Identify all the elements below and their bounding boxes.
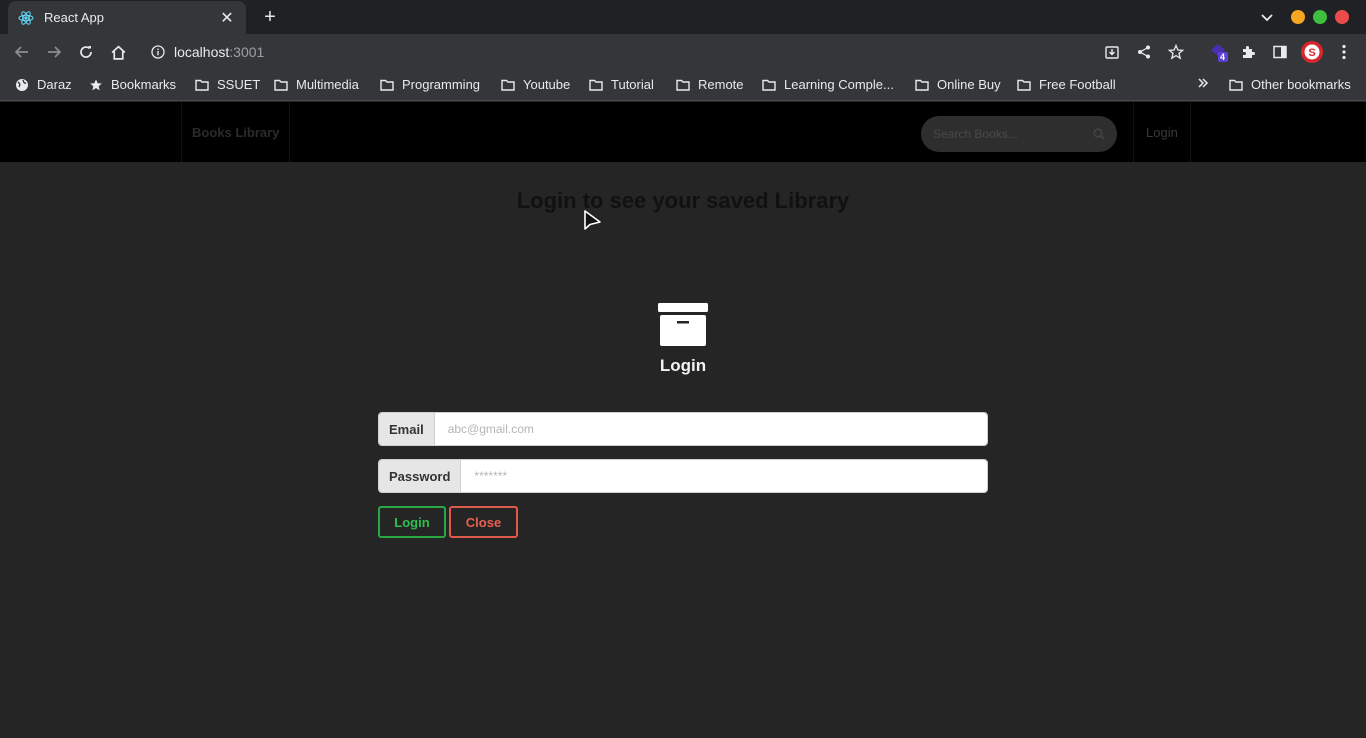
archive-box-icon xyxy=(658,303,708,346)
bookmark-folder-learning[interactable]: Learning Comple... xyxy=(762,77,894,92)
other-bookmarks-folder[interactable]: Other bookmarks xyxy=(1229,77,1351,92)
svg-text:S: S xyxy=(1308,47,1315,59)
reload-icon[interactable] xyxy=(76,42,96,62)
bookmark-label: SSUET xyxy=(217,77,261,92)
form-title: Login xyxy=(659,356,707,375)
extension-badge-count: 4 xyxy=(1220,52,1226,62)
bookmark-star-icon[interactable] xyxy=(1166,42,1186,62)
password-label: Password xyxy=(379,460,462,492)
browser-toolbar: localhost:3001 4 S xyxy=(0,34,1366,70)
bookmark-folder-remote[interactable]: Remote xyxy=(676,77,744,92)
extension-badge-icon[interactable]: 4 xyxy=(1207,42,1231,62)
more-bookmarks-chevron-icon[interactable] xyxy=(1197,77,1217,89)
bookmark-folder-multimedia[interactable]: Multimedia xyxy=(274,77,359,92)
email-field-group: Email xyxy=(378,412,988,446)
folder-icon xyxy=(195,79,209,91)
minimize-window-button[interactable] xyxy=(1291,10,1305,24)
bookmark-label: Multimedia xyxy=(296,77,359,92)
folder-icon xyxy=(274,79,288,91)
bookmark-label: Programming xyxy=(402,77,481,92)
react-icon xyxy=(18,10,34,26)
install-app-icon[interactable] xyxy=(1102,42,1122,62)
folder-icon xyxy=(915,79,929,91)
bookmark-folder-tutorial[interactable]: Tutorial xyxy=(589,77,654,92)
bookmark-folder-programming[interactable]: Programming xyxy=(380,77,480,92)
bookmark-bookmarks[interactable]: Bookmarks xyxy=(89,77,176,92)
folder-icon xyxy=(589,79,603,91)
bookmark-daraz[interactable]: Daraz xyxy=(15,77,72,92)
nav-login-link[interactable]: Login xyxy=(1133,102,1191,162)
password-field-group: Password xyxy=(378,459,988,493)
globe-icon xyxy=(16,78,28,91)
bookmark-label: Tutorial xyxy=(611,77,654,92)
folder-icon xyxy=(501,79,515,91)
bookmark-label: Remote xyxy=(698,77,744,92)
extensions-puzzle-icon[interactable] xyxy=(1238,42,1258,62)
bookmark-label: Online Buy xyxy=(937,77,1001,92)
url-text: localhost:3001 xyxy=(174,44,264,60)
folder-icon xyxy=(676,79,690,91)
bookmark-folder-online-buy[interactable]: Online Buy xyxy=(915,77,1001,92)
search-icon[interactable] xyxy=(1093,128,1105,140)
bookmark-folder-free-football[interactable]: Free Football xyxy=(1017,77,1116,92)
star-icon xyxy=(90,78,102,90)
email-label: Email xyxy=(379,413,435,445)
bookmark-label: Bookmarks xyxy=(111,77,177,92)
login-button[interactable]: Login xyxy=(378,506,446,538)
chevron-down-icon[interactable] xyxy=(1259,9,1277,25)
bookmarks-bar: Daraz Bookmarks SSUET Multimedia Program… xyxy=(0,70,1366,101)
folder-icon xyxy=(380,79,394,91)
search-box[interactable] xyxy=(921,116,1117,152)
browser-tabstrip: React App ✕ + xyxy=(0,0,1366,34)
side-panel-icon[interactable] xyxy=(1270,42,1290,62)
bookmark-label: Free Football xyxy=(1039,77,1116,92)
folder-icon xyxy=(1017,79,1031,91)
browser-tab[interactable]: React App ✕ xyxy=(8,1,246,34)
bookmark-label: Daraz xyxy=(37,77,72,92)
mouse-cursor-icon xyxy=(583,209,603,233)
bookmark-folder-ssuet[interactable]: SSUET xyxy=(195,77,260,92)
password-input[interactable] xyxy=(461,460,987,492)
folder-icon xyxy=(1229,79,1243,91)
maximize-window-button[interactable] xyxy=(1313,10,1327,24)
close-button[interactable]: Close xyxy=(449,506,518,538)
close-window-button[interactable] xyxy=(1335,10,1349,24)
home-icon[interactable] xyxy=(108,42,128,62)
folder-icon xyxy=(762,79,776,91)
address-bar[interactable] xyxy=(140,37,1198,67)
bookmark-label: Learning Comple... xyxy=(784,77,894,92)
email-input[interactable] xyxy=(434,413,987,445)
share-icon[interactable] xyxy=(1134,42,1154,62)
forward-icon[interactable] xyxy=(44,42,64,62)
bookmark-label: Other bookmarks xyxy=(1251,77,1351,92)
back-icon[interactable] xyxy=(12,42,32,62)
bookmark-folder-youtube[interactable]: Youtube xyxy=(501,77,570,92)
tab-title: React App xyxy=(44,10,104,25)
bookmark-label: Youtube xyxy=(523,77,571,92)
site-info-icon[interactable] xyxy=(148,42,168,62)
new-tab-icon[interactable]: + xyxy=(258,6,282,28)
brand-link[interactable]: Books Library xyxy=(181,102,291,162)
tab-close-icon[interactable]: ✕ xyxy=(218,9,236,27)
page-heading: Login to see your saved Library xyxy=(516,188,850,213)
url-host: localhost xyxy=(174,44,230,60)
url-port: :3001 xyxy=(229,44,265,60)
profile-avatar[interactable]: S xyxy=(1300,41,1324,63)
app-navbar: Books Library Login xyxy=(0,102,1366,162)
search-input[interactable] xyxy=(933,127,1083,141)
kebab-menu-icon[interactable] xyxy=(1334,42,1354,62)
